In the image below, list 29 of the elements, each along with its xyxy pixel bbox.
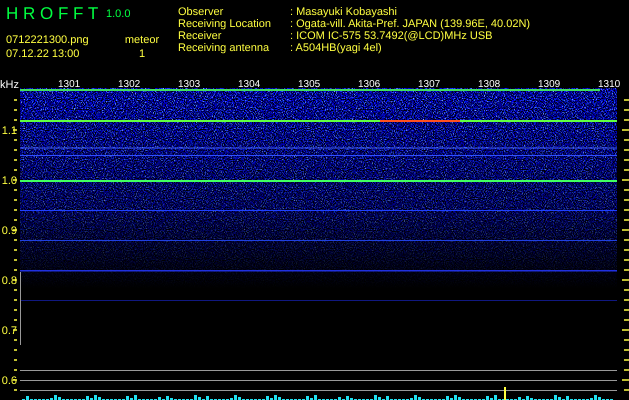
time-label: 1308 xyxy=(478,79,500,90)
app-title: H R O F F T xyxy=(6,4,100,24)
time-label: 1304 xyxy=(238,79,260,90)
info-value: : ICOM IC-575 53.7492(@LCD)MHz USB xyxy=(290,30,494,42)
time-label: 1307 xyxy=(418,79,440,90)
axis-label: 0.9 xyxy=(2,225,17,237)
info-value: : Masayuki Kobayashi xyxy=(290,6,398,18)
info-label: Receiver xyxy=(178,30,222,42)
axis-label: 1.1 xyxy=(2,125,17,137)
time-label: 1310 xyxy=(598,79,620,90)
info-value: : A504HB(yagi 4el) xyxy=(290,42,383,54)
timestamp: 07.12.22 13:00 xyxy=(6,48,80,60)
meteor-label: meteor xyxy=(124,34,160,46)
time-label: 1305 xyxy=(298,79,320,90)
file-name: 0712221300.png xyxy=(6,34,90,46)
version-number: 1.0.0 xyxy=(106,7,132,20)
info-label: Observer xyxy=(178,6,224,18)
info-value: : Ogata-vill. Akita-Pref. JAPAN (139.96E, 40.02N) xyxy=(290,18,530,30)
time-label: 1303 xyxy=(178,79,200,90)
time-label: 1301 xyxy=(58,79,80,90)
time-label: 1302 xyxy=(118,79,140,90)
info-label: Receiving Location xyxy=(178,18,272,30)
axis-label: 0.7 xyxy=(2,325,17,337)
info-label: Receiving antenna xyxy=(178,42,270,54)
time-label: 1309 xyxy=(538,79,560,90)
time-label: 1306 xyxy=(358,79,380,90)
meteor-count: 1 xyxy=(138,48,146,60)
axis-unit: kHz xyxy=(0,79,19,91)
axis-label: 1.0 xyxy=(2,175,17,187)
